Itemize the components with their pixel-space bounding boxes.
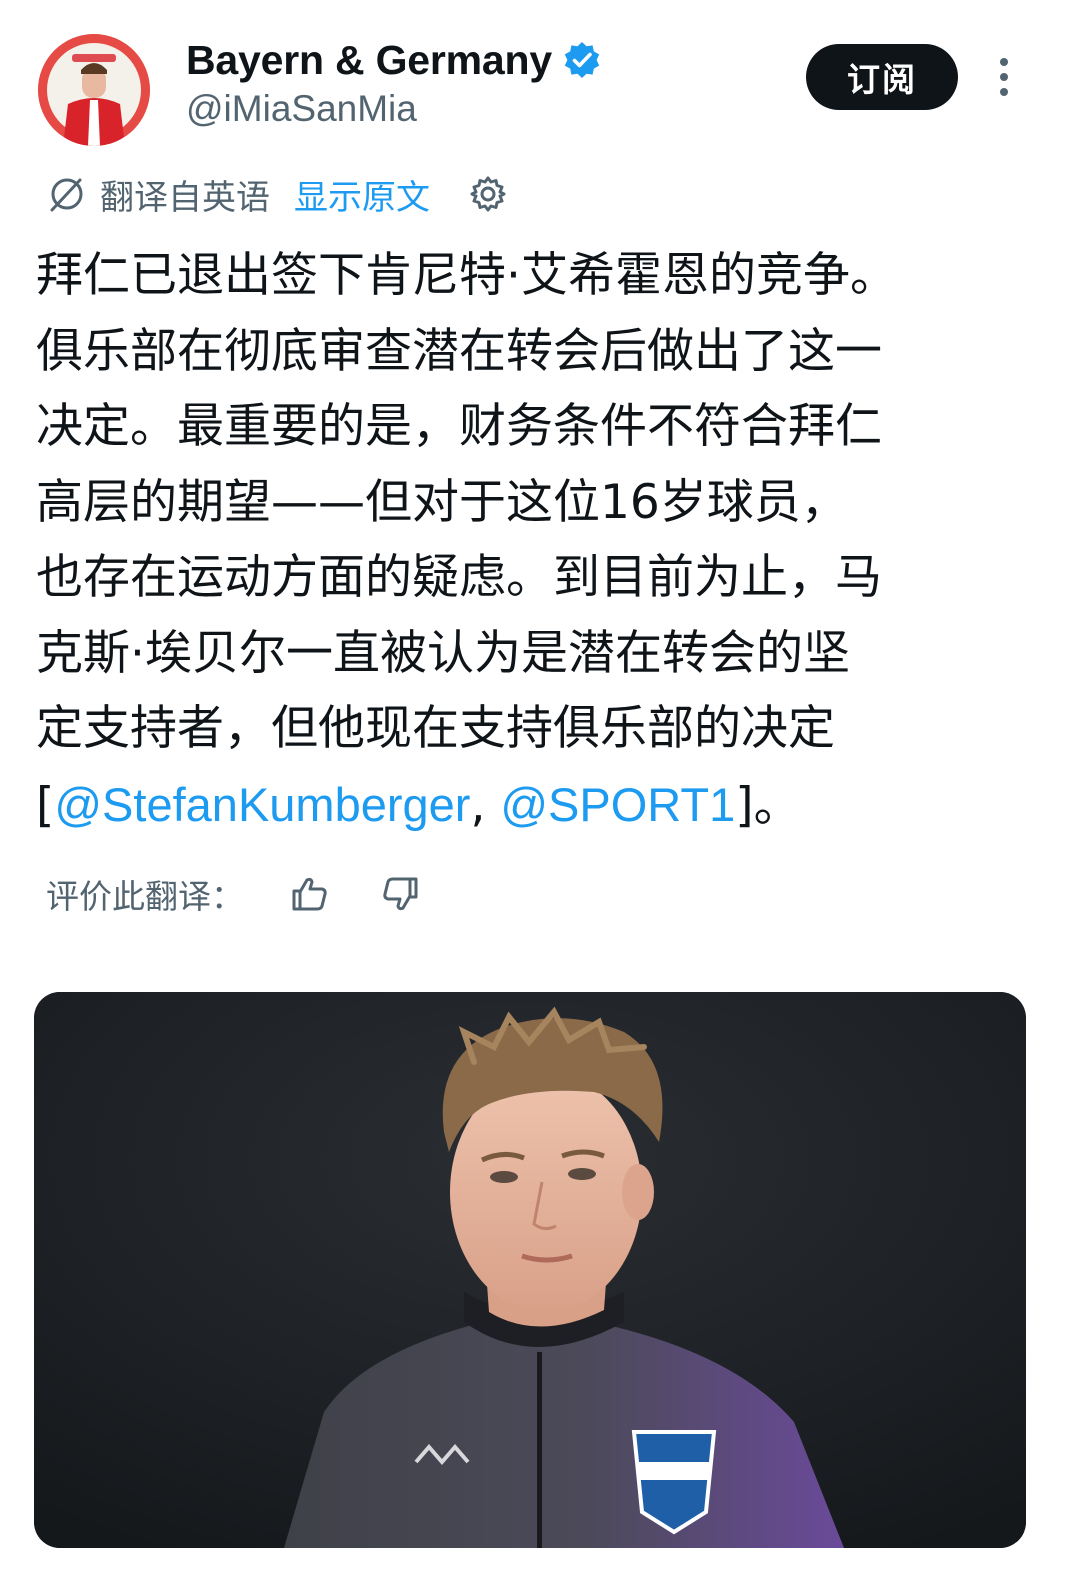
dot [1000, 58, 1008, 66]
tweet-line: 俱乐部在彻底审查潜在转会后做出了这一 [36, 323, 882, 379]
tweet-line-sources: [@StefanKumberger, @SPORT1]。 [36, 767, 1036, 844]
tweet-line: 克斯·埃贝尔一直被认为是潜在转会的坚 [36, 625, 850, 681]
mention-sport1[interactable]: @SPORT1 [500, 778, 735, 831]
tweet-text: 拜仁已退出签下肯尼特·艾希霍恩的竞争。 俱乐部在彻底审查潜在转会后做出了这一 决… [36, 238, 1036, 843]
tweet-line: 高层的期望——但对于这位16岁球员， [36, 474, 848, 530]
mention-stefankumberger[interactable]: @StefanKumberger [54, 778, 470, 831]
subscribe-button[interactable]: 订阅 [806, 44, 958, 110]
author-handle[interactable]: @iMiaSanMia [186, 88, 602, 130]
player-photo[interactable] [34, 992, 1026, 1548]
tweet-line: 决定。最重要的是，财务条件不符合拜仁 [36, 399, 882, 454]
thumbs-up-icon[interactable] [288, 873, 330, 915]
translation-bar: 翻译自英语 显示原文 [46, 168, 508, 220]
display-name[interactable]: Bayern & Germany [186, 37, 552, 84]
translate-icon [50, 178, 83, 212]
more-dots-icon[interactable] [984, 54, 1024, 100]
tweet-line: 定支持者，但他现在支持俱乐部的决定 [36, 701, 835, 756]
avatar[interactable] [38, 34, 150, 146]
author-info: Bayern & Germany @iMiaSanMia [186, 34, 602, 130]
rate-translation: 评价此翻译： [46, 866, 422, 922]
rate-translation-label: 评价此翻译： [46, 877, 244, 916]
dot [1000, 73, 1008, 81]
translated-from-label: 翻译自英语 [100, 177, 270, 218]
tweet-header: Bayern & Germany @iMiaSanMia 订阅 [0, 0, 1070, 160]
tweet-line: 也存在运动方面的疑虑。到目前为止，马 [36, 550, 882, 605]
show-original-link[interactable]: 显示原文 [294, 170, 430, 219]
open-bracket: [ [36, 777, 55, 833]
dot [1000, 88, 1008, 96]
thumbs-down-icon[interactable] [380, 873, 422, 915]
display-name-row: Bayern & Germany [186, 34, 602, 86]
gear-icon[interactable] [468, 174, 508, 214]
separator: , [470, 777, 501, 833]
verified-badge-icon [562, 40, 602, 80]
close-bracket: ]。 [735, 777, 801, 833]
tweet-line: 拜仁已退出签下肯尼特·艾希霍恩的竞争。 [36, 248, 897, 303]
